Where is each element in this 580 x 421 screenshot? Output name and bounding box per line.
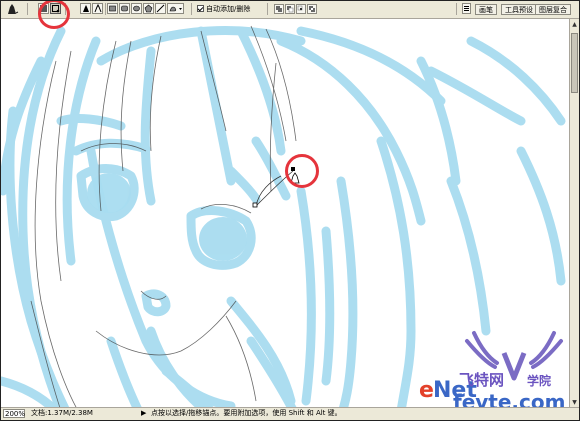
auto-add-delete-checkbox[interactable] (197, 5, 204, 12)
exclude-path-area-icon[interactable] (307, 4, 317, 14)
tool-hint-text: 点按以选择/拖移锚点。要用附加选项，使用 Shift 和 Alt 键。 (151, 409, 342, 417)
highlight-circle-paths-button (38, 1, 70, 29)
tab-tool-presets[interactable]: 工具预设 (501, 4, 537, 15)
tab-brushes[interactable]: 画笔 (475, 4, 497, 15)
freeform-pen-icon[interactable] (92, 3, 103, 14)
custom-shape-icon[interactable] (167, 3, 184, 14)
photoshop-window: 自动添加/删除 画笔 工具预设 图层复合 ▲ ▼ e Net 飞特网 学院 fe… (0, 0, 580, 421)
palette-menu-icon[interactable] (462, 3, 471, 14)
highlight-circle-anchor-point (285, 154, 319, 188)
intersect-path-area-icon[interactable] (296, 4, 306, 14)
line-icon[interactable] (155, 3, 166, 14)
document-size-info[interactable]: 文档:1.37M/2.38M (31, 408, 93, 419)
scrollbar-thumb[interactable] (571, 33, 578, 93)
pen-tool-preset-icon[interactable] (5, 3, 19, 15)
watermark-site-chinese-suffix: 学院 (527, 373, 551, 388)
rounded-rectangle-icon[interactable] (119, 3, 130, 14)
watermark-brand-text: e (419, 378, 434, 403)
scroll-up-arrow-icon[interactable]: ▲ (571, 21, 578, 28)
ellipse-icon[interactable] (131, 3, 142, 14)
tab-layer-comps[interactable]: 图层复合 (535, 4, 571, 15)
status-bar: 200% 文档:1.37M/2.38M ▶ 点按以选择/拖移锚点。要用附加选项，… (1, 407, 579, 420)
options-bar: 自动添加/删除 画笔 工具预设 图层复合 (1, 1, 579, 19)
watermark-site-chinese: 飞特网 (459, 371, 504, 389)
watermark-logo: e Net 飞特网 学院 fevte.com (419, 323, 579, 414)
auto-add-delete-label: 自动添加/删除 (206, 5, 251, 13)
rectangle-icon[interactable] (107, 3, 118, 14)
zoom-level-field[interactable]: 200% (3, 409, 25, 418)
polygon-icon[interactable] (143, 3, 154, 14)
add-to-path-area-icon[interactable] (274, 4, 284, 14)
pen-icon[interactable] (80, 3, 91, 14)
status-arrow-icon[interactable]: ▶ (141, 408, 146, 419)
subtract-path-area-icon[interactable] (285, 4, 295, 14)
